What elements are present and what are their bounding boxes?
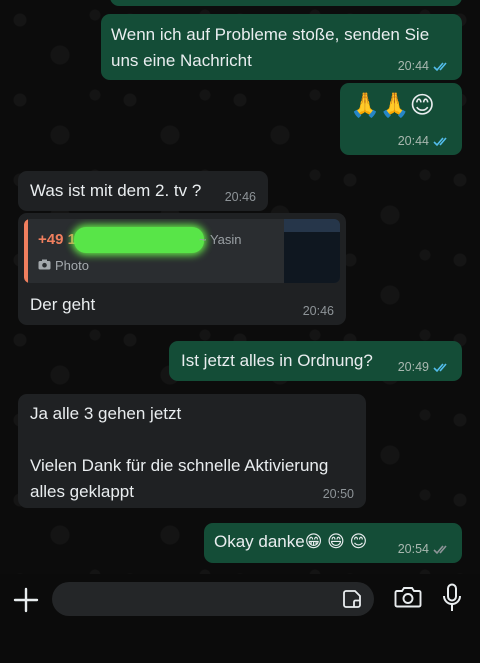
- sticker-icon[interactable]: [342, 589, 362, 614]
- double-check-icon: [433, 136, 450, 147]
- message-bubble[interactable]: +49 1 ~ Yasin Photo Der geht 20:46: [18, 213, 346, 325]
- message-time: 20:46: [302, 304, 334, 318]
- double-check-icon: [433, 61, 450, 72]
- double-check-icon: [433, 544, 450, 555]
- double-check-icon: [433, 362, 450, 373]
- quote-accent-bar: [24, 219, 28, 283]
- message-text: Ja alle 3 gehen jetzt Vielen Dank für di…: [30, 404, 329, 501]
- plus-icon[interactable]: [13, 587, 39, 613]
- message-meta: 20:46: [303, 304, 334, 318]
- message-meta: 20:54: [398, 542, 450, 556]
- message-bubble[interactable]: Ist jetzt alles in Ordnung? 20:49: [169, 341, 462, 381]
- message-time: 20:54: [397, 542, 429, 556]
- message-bubble[interactable]: Wenn ich auf Probleme stoße, senden Sie …: [101, 14, 462, 80]
- message-input[interactable]: [52, 582, 374, 616]
- quote-media: Photo: [38, 258, 89, 273]
- microphone-icon[interactable]: [441, 583, 463, 618]
- message-bubble[interactable]: Ja alle 3 gehen jetzt Vielen Dank für di…: [18, 394, 366, 508]
- message-text: Was ist mit dem 2. tv ?: [30, 181, 202, 200]
- message-meta: 20:46: [225, 190, 256, 204]
- message-time: 20:44: [397, 59, 429, 73]
- message-time: 20:46: [224, 190, 256, 204]
- message-bubble[interactable]: Okay danke😁 😄 😊 20:54: [204, 523, 462, 563]
- message-emoji: 🙏🙏😊: [350, 92, 435, 119]
- message-text: Der geht: [30, 295, 96, 314]
- quote-thumbnail: [284, 219, 340, 283]
- message-meta: 20:44: [398, 59, 450, 73]
- redaction-scribble: [74, 227, 204, 253]
- quote-sender: +49 1: [38, 231, 76, 248]
- quoted-message[interactable]: +49 1 ~ Yasin Photo: [24, 219, 340, 283]
- message-time: 20:44: [397, 134, 429, 148]
- quote-author: ~ Yasin: [199, 232, 242, 247]
- chat-area: Wenn ich auf Probleme stoße, senden Sie …: [0, 0, 480, 574]
- camera-icon[interactable]: [394, 585, 422, 614]
- message-meta: 20:44: [398, 134, 450, 148]
- quote-media-label: Photo: [55, 258, 89, 273]
- message-bubble[interactable]: Was ist mit dem 2. tv ? 20:46: [18, 171, 268, 211]
- message-meta: 20:49: [398, 360, 450, 374]
- message-bubble-partial[interactable]: [110, 0, 462, 6]
- message-meta: 20:50: [323, 487, 354, 501]
- message-bubble[interactable]: 🙏🙏😊 20:44: [340, 83, 462, 155]
- camera-icon: [38, 258, 51, 273]
- message-time: 20:49: [397, 360, 429, 374]
- message-time: 20:50: [322, 487, 354, 501]
- message-composer: [0, 574, 480, 663]
